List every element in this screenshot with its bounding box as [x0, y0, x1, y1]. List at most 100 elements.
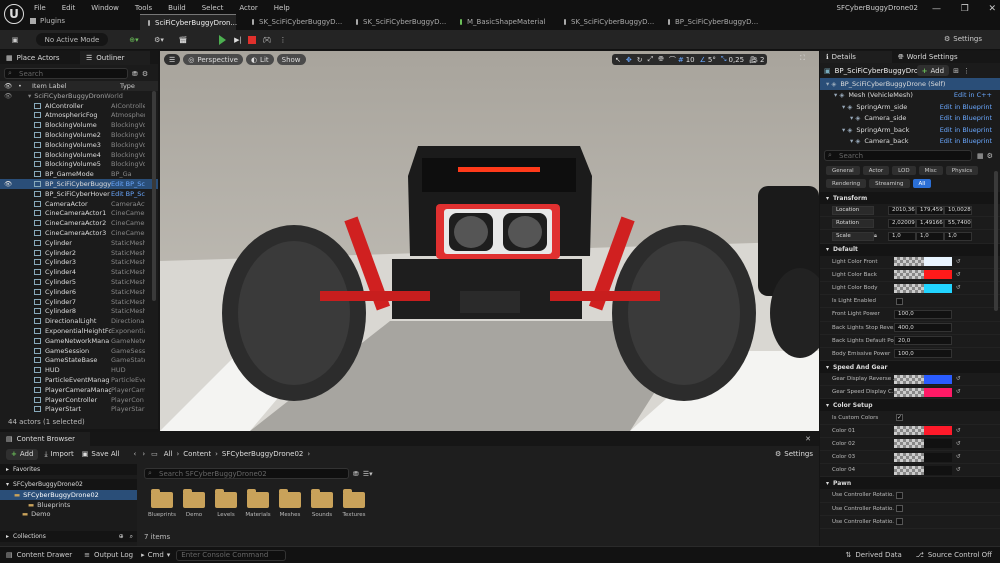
outliner-row[interactable]: 👁︎ BlockingVolume BlockingVol — [0, 120, 158, 130]
visibility-icon[interactable]: 👁︎ — [0, 288, 34, 296]
scale-snap-value[interactable]: 0,25 — [729, 56, 745, 64]
doc-tab-mesh-3[interactable]: SK_SciFiCyberBuggyD... — [556, 14, 656, 30]
lock-icon[interactable]: 🔒︎ — [874, 233, 888, 240]
reset-icon[interactable]: ↺ — [956, 428, 961, 434]
filter-icon[interactable]: ⛃ — [353, 470, 359, 478]
outliner-row[interactable]: 👁︎ Cylinder4 StaticMesh — [0, 267, 158, 277]
asset-folder[interactable]: Meshes — [274, 489, 306, 518]
visibility-icon[interactable]: 👁︎ — [0, 209, 34, 217]
doc-tab-level[interactable]: SciFiCyberBuggyDron... — [140, 14, 237, 30]
cb-settings-button[interactable]: ⚙ Settings — [775, 450, 813, 458]
color-swatch[interactable] — [924, 257, 952, 267]
visibility-icon[interactable]: 👁︎ — [0, 151, 34, 159]
visibility-icon[interactable]: 👁︎ — [0, 258, 34, 266]
reset-icon[interactable]: ↺ — [956, 467, 961, 473]
section-pawn[interactable]: ▾ Pawn — [820, 477, 1000, 490]
cb-add-button[interactable]: + Add — [6, 448, 39, 460]
surface-snap-icon[interactable]: ⌒ — [669, 55, 676, 65]
filter-icon[interactable]: ⛃ — [132, 70, 138, 78]
visibility-icon[interactable]: 👁︎ — [0, 268, 34, 276]
outliner-row[interactable]: 👁︎ GameNetworkManaGameNetwo — [0, 336, 158, 346]
filter-rendering[interactable]: Rendering — [826, 179, 867, 188]
cmd-selector[interactable]: ▸ Cmd ▾ — [141, 551, 170, 559]
visibility-icon[interactable]: 👁︎ — [0, 298, 34, 306]
outliner-row[interactable]: 👁︎ BP_GameMode BP_Ga — [0, 169, 158, 179]
visibility-icon[interactable]: 👁︎ — [0, 239, 34, 247]
menu-build[interactable]: Build — [168, 4, 186, 12]
chevron-down-icon[interactable]: ▾ — [28, 92, 31, 100]
more-icon[interactable]: ⋮ — [963, 67, 970, 75]
tree-item-blueprints[interactable]: ▬ Blueprints — [0, 500, 137, 510]
outliner-row[interactable]: 👁︎ BlockingVolume3 BlockingVol — [0, 140, 158, 150]
settings-icon[interactable]: ⚙ — [142, 70, 148, 78]
component-row[interactable]: ▾ ◈ SpringArm_side Edit in Blueprint — [820, 101, 1000, 113]
source-control-button[interactable]: ⎇ Source Control Off — [916, 551, 992, 559]
search-icon[interactable]: ⌕ — [130, 533, 133, 541]
menu-select[interactable]: Select — [202, 4, 224, 12]
outliner-row[interactable]: 👁︎ AtmosphericFog Atmospheri — [0, 111, 158, 121]
edit-link[interactable]: Edit in Blueprint — [940, 126, 992, 134]
details-scrollbar[interactable] — [994, 171, 998, 311]
breadcrumb-all[interactable]: All — [164, 450, 173, 458]
back-icon[interactable]: ‹ — [134, 450, 137, 458]
tab-details[interactable]: ℹ Details — [820, 51, 892, 63]
component-row[interactable]: ▾ ◈ BP_SciFiCyberBuggyDrone (Self) — [820, 78, 1000, 90]
angle-snap-icon[interactable]: ∠ — [700, 56, 706, 64]
property-value-field[interactable]: 100,0 — [894, 309, 952, 319]
outliner-row[interactable]: 👁︎ Cylinder2 StaticMesh — [0, 248, 158, 258]
add-collection-icon[interactable]: ⊕ — [119, 533, 124, 540]
outliner-row[interactable]: 👁︎ CineCameraActor2 CineCamer — [0, 218, 158, 228]
visibility-icon[interactable]: 👁︎ — [0, 327, 34, 335]
details-search-input[interactable]: ⌕ Search — [824, 150, 972, 161]
forward-icon[interactable]: › — [142, 450, 145, 458]
component-row[interactable]: ▾ ◈ Camera_side Edit in Blueprint — [820, 113, 1000, 125]
outliner-row[interactable]: 👁︎ BlockingVolume2 BlockingVol — [0, 130, 158, 140]
scale-label[interactable]: Scale — [832, 231, 874, 241]
more-icon[interactable]: ⋮ — [278, 33, 288, 47]
add-component-button[interactable]: + Add — [916, 65, 950, 76]
color-swatch[interactable] — [924, 374, 952, 384]
outliner-root-row[interactable]: 👁︎ ▾ SciFiCyberBuggyDrone World — [0, 91, 158, 101]
location-y-field[interactable]: 179,459 — [916, 205, 944, 215]
color-swatch[interactable] — [924, 452, 952, 462]
angle-snap-value[interactable]: 5° — [708, 56, 716, 64]
derived-data-button[interactable]: ⇅ Derived Data — [846, 551, 902, 559]
tab-place-actors[interactable]: ▦ Place Actors — [0, 51, 80, 65]
plugins-tab[interactable]: Plugins — [30, 17, 65, 25]
visibility-icon[interactable]: 👁︎ — [0, 219, 34, 227]
camera-speed-value[interactable]: 2 — [760, 56, 764, 64]
outliner-row[interactable]: 👁︎ HUD HUD — [0, 365, 158, 375]
menu-actor[interactable]: Actor — [239, 4, 257, 12]
visibility-icon[interactable]: 👁︎ — [0, 160, 34, 168]
visibility-icon[interactable]: 👁︎ — [0, 366, 34, 374]
select-mode-icon[interactable]: ↖ — [615, 56, 621, 64]
menu-tools[interactable]: Tools — [135, 4, 152, 12]
location-z-field[interactable]: 10,0028 — [944, 205, 972, 215]
outliner-scrollbar[interactable] — [152, 91, 156, 301]
property-checkbox[interactable] — [896, 491, 903, 499]
visibility-icon[interactable]: 👁︎ — [0, 170, 34, 178]
visibility-icon[interactable]: 👁︎ — [0, 229, 34, 237]
perspective-button[interactable]: ◎ Perspective — [183, 54, 243, 65]
col-item-label[interactable]: Item Label — [32, 82, 120, 90]
section-default[interactable]: ▾ Default — [820, 243, 1000, 256]
asset-folder[interactable]: Textures — [338, 489, 370, 518]
filter-misc[interactable]: Misc — [918, 166, 943, 175]
property-value-field[interactable]: 20,0 — [894, 336, 952, 346]
translate-icon[interactable]: ✥ — [626, 56, 632, 64]
menu-help[interactable]: Help — [274, 4, 290, 12]
save-icon[interactable]: ▣ — [8, 33, 22, 47]
color-swatch[interactable] — [924, 426, 952, 436]
doc-tab-blueprint[interactable]: BP_SciFiCyberBuggyD... — [660, 14, 760, 30]
show-button[interactable]: Show — [276, 54, 306, 65]
asset-folder[interactable]: Blueprints — [146, 489, 178, 518]
content-drawer-button[interactable]: ▤ Content Drawer — [6, 551, 72, 559]
cb-save-all-button[interactable]: ▣ Save All — [82, 450, 120, 458]
col-type[interactable]: Type — [120, 82, 135, 90]
tab-world-settings[interactable]: 🌐︎ World Settings — [892, 51, 982, 63]
outliner-row[interactable]: 👁︎ BP_SciFiCyberHoverEdit BP_Sc — [0, 189, 158, 199]
blueprint-icon[interactable]: ⊞ — [953, 67, 959, 75]
menu-edit[interactable]: Edit — [62, 4, 76, 12]
asset-folder[interactable]: Levels — [210, 489, 242, 518]
outliner-row[interactable]: 👁︎ Cylinder8 StaticMesh — [0, 307, 158, 317]
